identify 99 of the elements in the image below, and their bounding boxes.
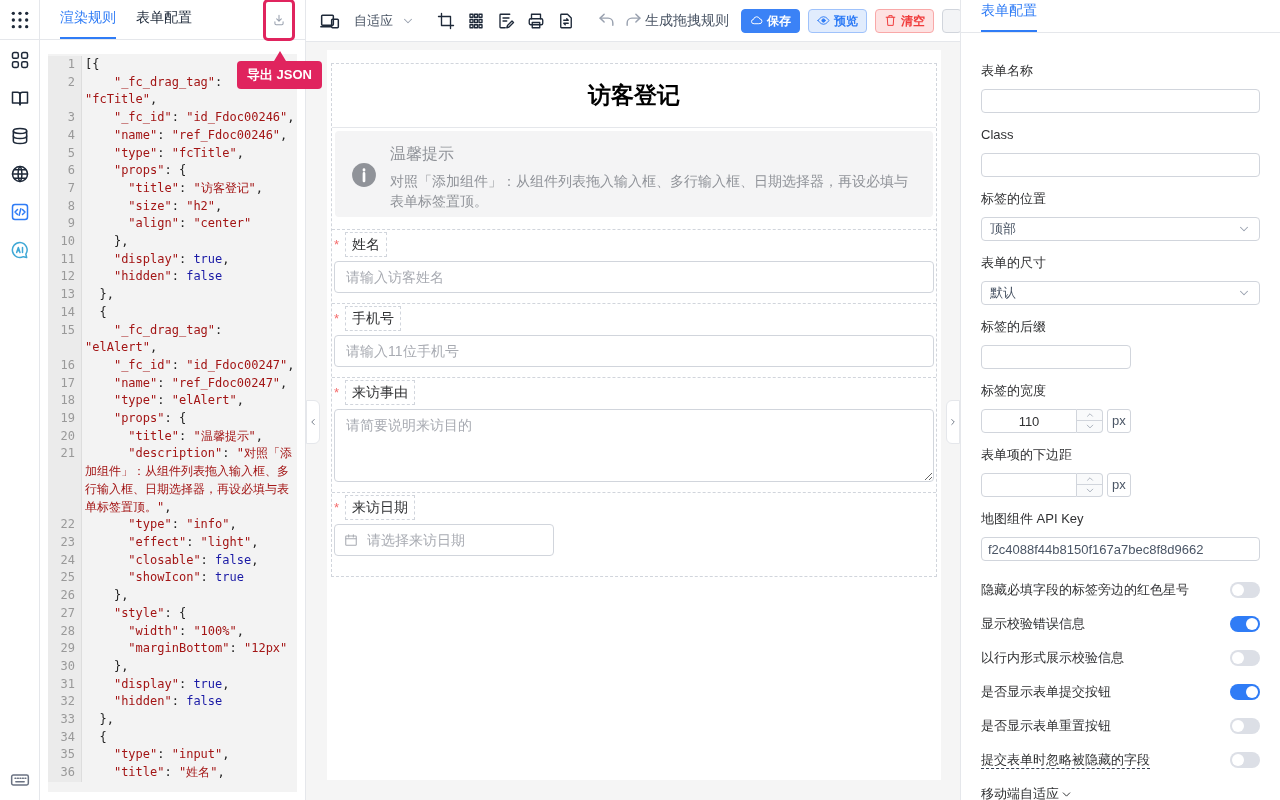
textarea-field[interactable]: 请简要说明来访目的 — [334, 409, 934, 482]
code-line: "hidden": false — [112, 694, 223, 709]
device-select[interactable]: 自适应 — [354, 10, 419, 31]
setting-label: 标签的位置 — [981, 190, 1047, 208]
line-number: 35 — [48, 746, 82, 765]
code-line: "size": "h2", — [127, 198, 223, 213]
line-number: 2 — [48, 73, 82, 110]
required-mark: * — [334, 498, 340, 517]
select-field[interactable]: 默认 — [981, 281, 1260, 305]
code-line: "width": "100%", — [127, 623, 244, 638]
code-line: [{ — [85, 57, 100, 71]
code-line: "type": "input", — [112, 747, 230, 762]
code-line: "_fc_id": "id_Fdoc00246", — [112, 110, 295, 125]
code-line: { — [98, 304, 107, 319]
setting-label: 以行内形式展示校验信息 — [981, 649, 1124, 668]
code-line: "description": "对照「添加组件」：从组件列表拖入输入框、多行输入框、日期选择器，再设必填与表单标签置顶。", — [85, 446, 292, 514]
field-label: 姓名 — [345, 232, 388, 257]
code-line: "hidden": false — [112, 269, 223, 284]
select-field[interactable]: 顶部 — [981, 217, 1260, 241]
line-number: 33 — [48, 711, 82, 729]
setting-label: 标签的后缀 — [981, 318, 1047, 336]
code-line: "display": true, — [112, 676, 230, 691]
code-line: "name": "ref_Fdoc00246", — [112, 127, 288, 142]
line-number: 19 — [48, 410, 82, 428]
line-number: 21 — [48, 445, 82, 517]
line-number: 12 — [48, 268, 82, 287]
line-number: 15 — [48, 321, 82, 357]
panel-tab[interactable]: 渲染规则 — [60, 7, 116, 39]
setting-label: 隐藏必填字段的标签旁边的红色星号 — [981, 581, 1189, 600]
code-line: "props": { — [112, 163, 187, 178]
code-line: "title": "温馨提示", — [127, 428, 264, 443]
text-input[interactable]: f2c4088f44b8150f167a7bec8f8d9662 — [981, 537, 1260, 561]
setting-label: 是否显示表单提交按钮 — [981, 683, 1111, 702]
line-number: 13 — [48, 286, 82, 304]
text-input[interactable]: 请输入11位手机号 — [334, 335, 934, 367]
code-line: "display": true, — [112, 251, 230, 266]
unit-label: px — [1107, 473, 1131, 497]
code-line: "align": "center" — [127, 216, 252, 231]
field-label: 来访事由 — [345, 380, 416, 405]
code-line: "type": "info", — [127, 517, 237, 532]
setting-label: 标签的宽度 — [981, 382, 1047, 400]
code-line: }, — [98, 712, 114, 726]
text-input[interactable]: 请输入访客姓名 — [334, 261, 934, 293]
code-line: "_fc_drag_tag": "elAlert", — [85, 322, 224, 355]
code-line: "style": { — [112, 605, 187, 620]
setting-label: 表单项的下边距 — [981, 446, 1073, 464]
alert-description: 对照「添加组件」：从组件列表拖入输入框、多行输入框、日期选择器，再设必填与表单标签置顶。 — [390, 173, 909, 211]
setting-label: 提交表单时忽略被隐藏的字段 — [981, 751, 1150, 769]
code-line: "effect": "light", — [127, 535, 259, 549]
required-mark: * — [334, 309, 340, 328]
code-line: { — [98, 729, 107, 744]
line-number: 18 — [48, 392, 82, 411]
line-number: 10 — [48, 233, 82, 251]
number-input[interactable]: 110 — [981, 409, 1077, 433]
code-line: "props": { — [112, 411, 187, 426]
unit-label: px — [1107, 409, 1131, 433]
code-line: "_fc_id": "id_Fdoc00247", — [112, 357, 295, 372]
required-mark: * — [334, 235, 340, 254]
export-tooltip: 导出 JSON — [237, 61, 322, 89]
code-line: "type": "fcTitle", — [112, 145, 244, 160]
setting-label: Class — [981, 126, 1015, 144]
setting-label: 是否显示表单重置按钮 — [981, 717, 1111, 736]
line-number: 25 — [48, 569, 82, 588]
setting-label: 显示校验错误信息 — [981, 615, 1085, 634]
code-line: "title": "访客登记", — [127, 180, 264, 195]
field-label: 手机号 — [345, 306, 402, 331]
field-label: 来访日期 — [345, 495, 416, 520]
line-number: 32 — [48, 693, 82, 711]
generate-rules-button[interactable]: 生成拖拽规则 — [624, 10, 729, 31]
line-number: 6 — [48, 162, 82, 180]
code-line: "showIcon": true — [127, 570, 244, 585]
line-number: 26 — [48, 587, 82, 605]
code-line: "_fc_drag_tag": "fcTitle", — [85, 74, 224, 107]
line-number: 29 — [48, 640, 82, 658]
code-line: }, — [112, 658, 129, 673]
line-number: 22 — [48, 516, 82, 534]
line-number: 36 — [48, 764, 82, 782]
form-title: 访客登记 — [588, 81, 680, 111]
collapse-toggle[interactable]: 移动端自适应 — [981, 777, 1260, 800]
line-number: 1 — [48, 56, 82, 74]
required-mark: * — [334, 383, 340, 402]
code-line: }, — [112, 234, 129, 249]
code-line: }, — [98, 287, 114, 302]
date-picker[interactable]: 请选择来访日期 — [334, 524, 554, 556]
code-line: "title": "姓名", — [112, 765, 225, 780]
setting-label: 地图组件 API Key — [981, 510, 1085, 528]
toolbar-button[interactable]: 保存 — [741, 8, 800, 33]
code-line: }, — [112, 588, 129, 603]
alert-title: 温馨提示 — [390, 144, 455, 164]
line-number: 3 — [48, 109, 82, 127]
code-line: "marginBottom": "12px" — [127, 641, 288, 656]
code-line: "closable": false, — [127, 552, 259, 567]
setting-label: 表单名称 — [981, 62, 1034, 80]
setting-label: 表单的尺寸 — [981, 254, 1047, 272]
panel-tab[interactable]: 表单配置 — [136, 7, 192, 39]
line-number: 9 — [48, 215, 82, 234]
panel-tab[interactable]: 表单配置 — [981, 0, 1037, 32]
code-line: "type": "elAlert", — [112, 393, 244, 408]
code-line: "name": "ref_Fdoc00247", — [112, 375, 288, 390]
